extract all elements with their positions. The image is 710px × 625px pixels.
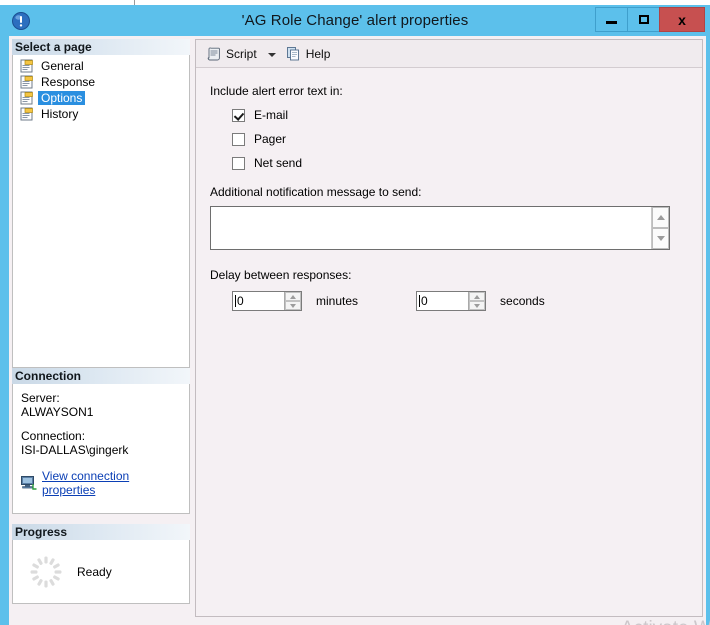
pager-checkbox[interactable] — [232, 132, 245, 146]
pager-checkbox-row[interactable]: Pager — [232, 131, 702, 147]
delay-controls-row: 0 minutes 0 seconds — [232, 291, 702, 311]
email-checkbox-label: E-mail — [254, 108, 289, 122]
connection-panel: Server: ALWAYSON1 Connection: ISI-DALLAS… — [12, 384, 190, 514]
minimize-icon — [606, 21, 617, 24]
select-a-page-header: Select a page — [12, 39, 190, 55]
alert-properties-dialog: 'AG Role Change' alert properties x Sele… — [0, 5, 710, 625]
script-label: Script — [226, 46, 257, 61]
page-document-icon — [20, 91, 34, 105]
seconds-stepper-buttons[interactable] — [468, 292, 486, 310]
title-bar: 'AG Role Change' alert properties x — [0, 5, 710, 36]
server-connection-icon — [21, 476, 37, 490]
progress-panel: Ready — [12, 540, 190, 604]
connection-label: Connection: — [21, 429, 86, 443]
server-label: Server: — [21, 391, 60, 405]
maximize-button[interactable] — [627, 7, 660, 32]
help-button[interactable]: Help — [283, 43, 334, 65]
right-pane: Script Help Include alert error text in:… — [195, 39, 703, 617]
help-label: Help — [305, 46, 331, 61]
close-icon: x — [678, 11, 686, 28]
additional-message-label: Additional notification message to send: — [210, 185, 422, 199]
netsend-checkbox[interactable] — [232, 156, 245, 170]
dialog-toolbar: Script Help — [196, 40, 702, 68]
sidebar-item-label: Response — [41, 75, 96, 89]
connection-value: ISI-DALLAS\gingerk — [21, 443, 129, 457]
progress-header: Progress — [12, 524, 190, 540]
connection-header: Connection — [12, 368, 190, 384]
maximize-icon — [638, 15, 649, 24]
watermark-line-1: Activate Wi — [621, 618, 710, 625]
progress-spinner-icon — [29, 555, 63, 589]
scroll-up-button[interactable] — [652, 207, 669, 228]
sidebar-item-label: General — [41, 59, 84, 73]
seconds-decrement-button[interactable] — [469, 301, 486, 310]
options-content: Include alert error text in: E-mail Page… — [196, 68, 702, 311]
chevron-down-icon — [656, 236, 665, 241]
sidebar-item-response[interactable]: Response — [13, 74, 189, 90]
sidebar-item-options[interactable]: Options — [13, 90, 189, 106]
email-checkbox[interactable] — [232, 108, 245, 122]
chevron-up-icon — [290, 294, 296, 299]
sidebar-item-label: History — [41, 107, 79, 121]
server-value: ALWAYSON1 — [21, 405, 94, 419]
window-controls: x — [595, 7, 705, 32]
seconds-stepper[interactable]: 0 — [416, 291, 487, 311]
message-scrollbar[interactable] — [651, 207, 669, 249]
script-button[interactable]: Script — [203, 43, 260, 65]
close-button[interactable]: x — [659, 7, 705, 32]
minutes-input[interactable]: 0 — [233, 292, 284, 310]
view-connection-properties-row[interactable]: View connection properties — [21, 469, 181, 497]
chevron-up-icon — [474, 294, 481, 299]
window-border-left — [0, 5, 9, 625]
minutes-unit-label: minutes — [316, 294, 359, 308]
pager-checkbox-label: Pager — [254, 132, 287, 146]
include-error-text-label: Include alert error text in: — [210, 84, 343, 98]
page-document-icon — [20, 107, 34, 121]
chevron-up-icon — [656, 215, 665, 220]
seconds-unit-label: seconds — [500, 294, 545, 308]
minutes-stepper-buttons[interactable] — [284, 292, 301, 310]
netsend-checkbox-label: Net send — [254, 156, 303, 170]
minutes-increment-button[interactable] — [285, 292, 301, 301]
chevron-down-icon — [290, 303, 296, 308]
dialog-body: Select a page General Response Options H… — [9, 36, 710, 625]
view-connection-properties-link[interactable]: View connection properties — [42, 469, 181, 497]
minutes-stepper[interactable]: 0 — [232, 291, 302, 311]
delay-between-responses-label: Delay between responses: — [210, 268, 352, 282]
minimize-button[interactable] — [595, 7, 628, 32]
sidebar-item-general[interactable]: General — [13, 58, 189, 74]
chevron-down-icon — [474, 303, 481, 308]
additional-message-field[interactable] — [210, 206, 670, 250]
sidebar-item-history[interactable]: History — [13, 106, 189, 122]
seconds-increment-button[interactable] — [469, 292, 486, 301]
scroll-down-button[interactable] — [652, 228, 669, 249]
sidebar-item-label: Options — [38, 91, 86, 105]
page-document-icon — [20, 59, 34, 73]
screenshot-root: 'AG Role Change' alert properties x Sele… — [0, 0, 710, 625]
page-document-icon — [20, 75, 34, 89]
chevron-down-icon[interactable] — [267, 52, 276, 57]
seconds-input[interactable]: 0 — [417, 292, 468, 310]
email-checkbox-row[interactable]: E-mail — [232, 107, 702, 123]
script-scroll-icon — [206, 46, 222, 62]
progress-status: Ready — [77, 564, 112, 579]
window-border-right — [706, 5, 710, 625]
additional-message-input[interactable] — [211, 207, 651, 249]
left-pane: Select a page General Response Options H… — [12, 39, 190, 617]
page-list: General Response Options History — [12, 55, 190, 368]
activate-windows-watermark: Activate Wi Go to System — [621, 618, 710, 625]
help-document-icon — [286, 46, 302, 62]
minutes-decrement-button[interactable] — [285, 301, 301, 310]
netsend-checkbox-row[interactable]: Net send — [232, 155, 702, 171]
